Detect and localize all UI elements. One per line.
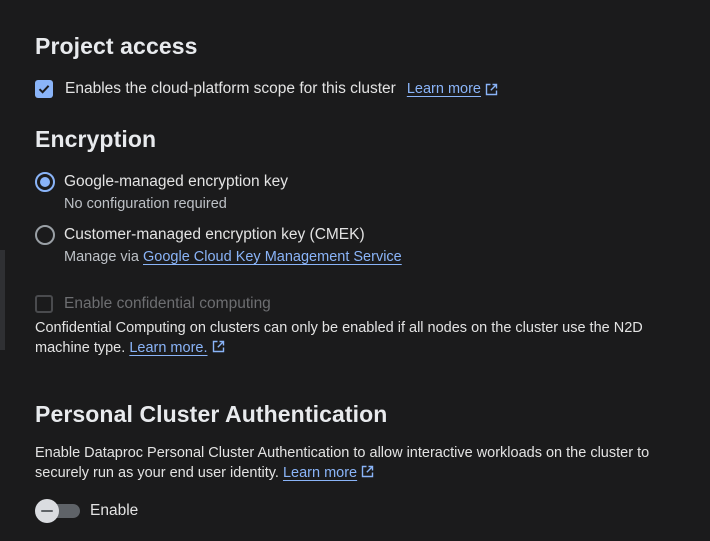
customer-managed-key-label: Customer-managed encryption key (CMEK) <box>64 226 365 243</box>
project-access-learn-more-link[interactable]: Learn more <box>407 81 481 97</box>
cmek-description-prefix: Manage via <box>64 249 139 265</box>
external-link-icon[interactable] <box>361 465 374 478</box>
encryption-heading: Encryption <box>35 126 157 152</box>
personal-auth-learn-more-link[interactable]: Learn more <box>283 465 357 481</box>
cloud-kms-link[interactable]: Google Cloud Key Management Service <box>143 249 402 265</box>
personal-auth-toggle[interactable] <box>35 499 81 523</box>
customer-managed-key-radio[interactable] <box>35 225 55 245</box>
page: Project access Enables the cloud-platfor… <box>0 0 710 541</box>
google-managed-key-label: Google-managed encryption key <box>64 173 289 190</box>
project-access-heading: Project access <box>35 33 198 59</box>
google-managed-key-description: No configuration required <box>64 196 227 212</box>
project-access-learn-more-text: Learn more <box>406 81 481 97</box>
confidential-computing-help: Confidential Computing on clusters can o… <box>35 318 695 358</box>
confidential-computing-help-text: Confidential Computing on clusters can o… <box>35 320 643 356</box>
toggle-off-icon <box>41 510 53 512</box>
external-link-icon[interactable] <box>212 340 225 353</box>
personal-auth-heading: Personal Cluster Authentication <box>35 401 388 427</box>
confidential-computing-row: Enable confidential computing <box>35 295 271 313</box>
cloud-platform-scope-row[interactable]: Enables the cloud-platform scope for thi… <box>35 80 498 98</box>
google-managed-key-option[interactable]: Google-managed encryption key <box>35 172 288 192</box>
cloud-platform-scope-checkbox[interactable] <box>35 80 53 98</box>
personal-auth-toggle-row[interactable]: Enable <box>35 499 139 523</box>
scroll-rail <box>0 250 5 350</box>
personal-auth-description: Enable Dataproc Personal Cluster Authent… <box>35 443 695 483</box>
external-link-icon[interactable] <box>485 83 498 96</box>
toggle-thumb <box>35 499 59 523</box>
confidential-learn-more-link[interactable]: Learn more. <box>129 340 207 356</box>
checkmark-icon <box>38 85 50 94</box>
confidential-computing-label: Enable confidential computing <box>64 295 271 312</box>
google-managed-key-radio[interactable] <box>35 172 55 192</box>
cloud-platform-scope-label: Enables the cloud-platform scope for thi… <box>65 80 396 97</box>
confidential-computing-checkbox <box>35 295 53 313</box>
customer-managed-key-option[interactable]: Customer-managed encryption key (CMEK) <box>35 225 365 245</box>
personal-auth-toggle-label: Enable <box>90 502 139 519</box>
customer-managed-key-description: Manage via Google Cloud Key Management S… <box>64 249 402 265</box>
